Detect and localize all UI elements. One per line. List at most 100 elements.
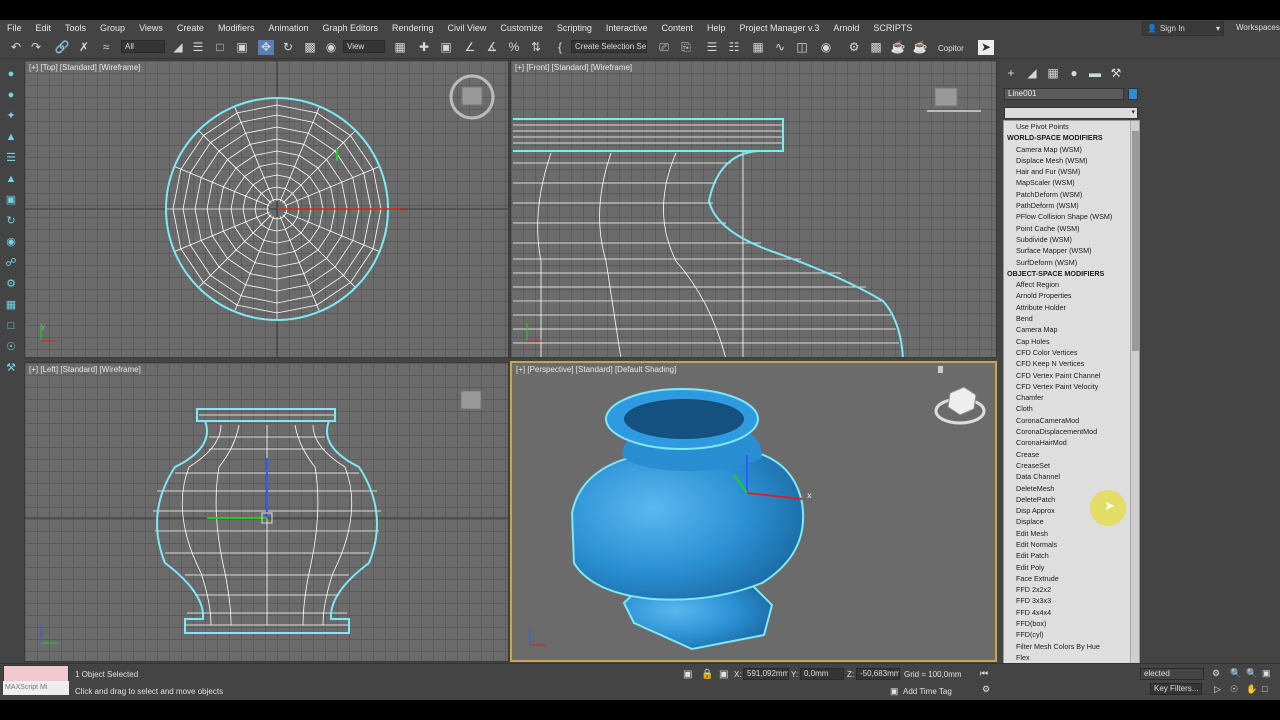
viewport-left-label[interactable]: [+] [Left] [Standard] [Wireframe] [29, 365, 141, 374]
modifier-item[interactable]: CreaseSet [1004, 460, 1139, 471]
object-name-field[interactable]: Line001 [1004, 88, 1124, 100]
menu-item-graph-editors[interactable]: Graph Editors [315, 23, 385, 33]
modifier-item[interactable]: Affect Region [1004, 279, 1139, 290]
unlink-icon[interactable]: ✗ [76, 40, 92, 55]
modifier-item[interactable]: Displace Mesh (WSM) [1004, 155, 1139, 166]
modifier-item[interactable]: CFD Vertex Paint Velocity [1004, 381, 1139, 392]
menu-item-arnold[interactable]: Arnold [826, 23, 866, 33]
cursor-tool-icon[interactable]: ➤ [978, 40, 994, 55]
modifier-item[interactable]: Flex [1004, 652, 1139, 663]
redo-icon[interactable]: ↷ [28, 40, 44, 55]
wand-icon[interactable]: ✦ [3, 108, 19, 124]
modifier-item[interactable]: Camera Map (WSM) [1004, 144, 1139, 155]
modifier-item[interactable]: Crease [1004, 449, 1139, 460]
modifier-item[interactable]: Edit Poly [1004, 562, 1139, 573]
create-icon[interactable]: ● [3, 66, 19, 82]
frame-icon[interactable]: □ [3, 318, 19, 334]
percent-snap-icon[interactable]: % [506, 40, 522, 55]
menu-item-group[interactable]: Group [93, 23, 132, 33]
modifier-item[interactable]: Chamfer [1004, 392, 1139, 403]
layer-explorer-icon[interactable]: ☷ [726, 40, 742, 55]
time-config-icon[interactable]: ⚙ [982, 684, 990, 695]
modifier-item[interactable]: FFD 4x4x4 [1004, 607, 1139, 618]
reference-coord-dropdown[interactable]: View [343, 40, 385, 53]
object-color-swatch[interactable] [1128, 88, 1138, 100]
pan-icon[interactable]: ✋ [1246, 684, 1257, 695]
named-selection-set-dropdown[interactable]: Create Selection Se [571, 40, 647, 53]
viewport-front-label[interactable]: [+] [Front] [Standard] [Wireframe] [515, 63, 632, 72]
modifier-item[interactable]: PathDeform (WSM) [1004, 200, 1139, 211]
viewport-top-label[interactable]: [+] [Top] [Standard] [Wireframe] [29, 63, 140, 72]
box-icon[interactable]: ▣ [3, 192, 19, 208]
link-icon[interactable]: 🔗 [54, 40, 70, 55]
undo-icon[interactable]: ↶ [8, 40, 24, 55]
select-rotate-icon[interactable]: ↻ [280, 40, 296, 55]
modifier-item[interactable]: CFD Keep N Vertices [1004, 358, 1139, 369]
viewcube-left[interactable] [460, 390, 482, 410]
modifier-item[interactable]: Face Extrude [1004, 573, 1139, 584]
menu-item-views[interactable]: Views [132, 23, 170, 33]
modifier-item[interactable]: PFlow Collision Shape (WSM) [1004, 211, 1139, 222]
add-time-tag[interactable]: Add Time Tag [903, 687, 952, 696]
menu-item-civil-view[interactable]: Civil View [441, 23, 494, 33]
manipulate-icon[interactable]: ✚ [416, 40, 432, 55]
material-icon[interactable]: ◉ [3, 234, 19, 250]
modifier-item[interactable]: Arnold Properties [1004, 290, 1139, 301]
modifier-item[interactable]: Attribute Holder [1004, 302, 1139, 313]
isolate-icon[interactable]: ▣ [683, 669, 692, 680]
schematic-view-icon[interactable]: ◫ [794, 40, 810, 55]
menu-item-scripting[interactable]: Scripting [550, 23, 599, 33]
hierarchy-tab-icon[interactable]: ▦ [1045, 66, 1061, 81]
menu-item-edit[interactable]: Edit [29, 23, 59, 33]
utilities-tab-icon[interactable]: ⚒ [1108, 66, 1124, 81]
zoom-all-icon[interactable]: 🔍 [1246, 668, 1257, 679]
viewcube-front[interactable] [934, 87, 958, 107]
modifier-item[interactable]: CoronaHairMod [1004, 437, 1139, 448]
motion-tab-icon[interactable]: ● [1066, 66, 1082, 81]
modifier-item[interactable]: CoronaDisplacementMod [1004, 426, 1139, 437]
list-icon[interactable]: ☰ [3, 150, 19, 166]
key-mode-icon[interactable]: ⚙ [1212, 668, 1220, 679]
rect-selection-icon[interactable]: □ [212, 40, 228, 55]
render-setup-icon[interactable]: ⚙ [846, 40, 862, 55]
key-filters-button[interactable]: Key Filters... [1150, 683, 1202, 695]
mirror-icon[interactable]: ⎚ [656, 40, 672, 55]
triangle-icon[interactable]: ▲ [3, 171, 19, 187]
modifier-item[interactable]: Point Cache (WSM) [1004, 223, 1139, 234]
menu-item-interactive[interactable]: Interactive [599, 23, 655, 33]
play-icon[interactable]: ▷ [1214, 684, 1221, 695]
snaps-toggle-icon[interactable]: ∠ [462, 40, 478, 55]
menu-item-scripts[interactable]: SCRIPTS [866, 23, 919, 33]
modify-tab-icon[interactable]: ◢ [1024, 66, 1040, 81]
select-move-icon[interactable]: ✥ [258, 40, 274, 55]
modifier-item[interactable]: FFD(box) [1004, 618, 1139, 629]
keyboard-shortcut-icon[interactable]: ▣ [438, 40, 454, 55]
modifier-item[interactable]: Bend [1004, 313, 1139, 324]
modifier-item[interactable]: CFD Color Vertices [1004, 347, 1139, 358]
x-coordinate-field[interactable]: 591,092mm [743, 668, 789, 680]
select-scale-icon[interactable]: ▩ [302, 40, 318, 55]
pivot-center-icon[interactable]: ▦ [392, 40, 408, 55]
viewport-front[interactable]: [+] [Front] [Standard] [Wireframe] [510, 60, 997, 358]
menu-item-tools[interactable]: Tools [58, 23, 93, 33]
render-iterative-icon[interactable]: ☕ [912, 40, 928, 55]
menu-item-project-manager-v-3[interactable]: Project Manager v.3 [733, 23, 827, 33]
modifier-item[interactable]: Use Pivot Points [1004, 121, 1139, 132]
menu-item-file[interactable]: File [0, 23, 29, 33]
modifier-item[interactable]: FFD 2x2x2 [1004, 584, 1139, 595]
curve-editor-icon[interactable]: ∿ [772, 40, 788, 55]
menu-item-rendering[interactable]: Rendering [385, 23, 441, 33]
modifier-item[interactable]: SurfDeform (WSM) [1004, 257, 1139, 268]
copitor-label[interactable]: Copitor [938, 44, 964, 53]
display-tab-icon[interactable]: ▬ [1087, 66, 1103, 81]
menu-item-animation[interactable]: Animation [261, 23, 315, 33]
material-editor-icon[interactable]: ◉ [818, 40, 834, 55]
selection-filter-dropdown[interactable]: All [121, 40, 165, 53]
go-to-start-icon[interactable]: ⏮ [980, 668, 988, 679]
orbit-icon[interactable]: ☉ [1230, 684, 1238, 695]
select-by-name-icon[interactable]: ☰ [190, 40, 206, 55]
modifier-item[interactable]: Cap Holes [1004, 336, 1139, 347]
placement-icon[interactable]: ◉ [323, 40, 339, 55]
menu-item-content[interactable]: Content [654, 23, 700, 33]
grid-icon[interactable]: ▦ [3, 297, 19, 313]
